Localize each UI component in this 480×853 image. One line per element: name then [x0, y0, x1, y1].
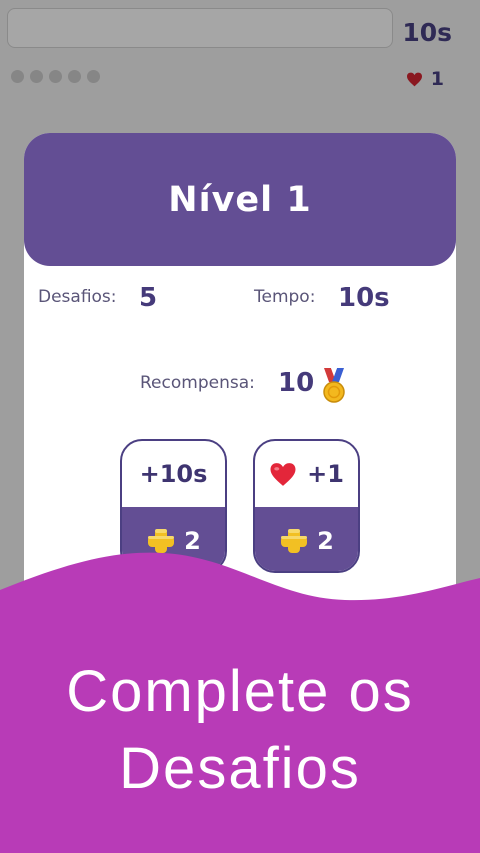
banner-line-1: Complete os: [66, 659, 414, 724]
progress-dot: [30, 70, 43, 83]
heart-icon: [270, 462, 296, 486]
powerup-extra-life-effect: +1: [255, 441, 358, 507]
level-title: Nível 1: [168, 179, 312, 220]
progress-dot: [68, 70, 81, 83]
level-card-header: Nível 1: [24, 133, 456, 266]
reward-label: Recompensa:: [140, 373, 255, 393]
powerup-extra-time-effect: +10s: [122, 441, 225, 507]
time-progress-bar: [7, 8, 393, 48]
powerup-extra-life-label: +1: [307, 460, 344, 488]
time-label: Tempo:: [254, 287, 316, 307]
lives-indicator: 1: [406, 68, 444, 90]
banner-line-2: Desafios: [119, 736, 361, 801]
lives-count: 1: [430, 68, 444, 90]
challenges-label: Desafios:: [38, 287, 117, 307]
progress-dot: [87, 70, 100, 83]
medal-icon: [323, 368, 345, 403]
heart-icon: [406, 72, 422, 86]
progress-dot: [11, 70, 24, 83]
time-value: 10s: [338, 283, 390, 313]
challenge-progress-dots: [11, 70, 100, 83]
reward-value: 10: [278, 368, 315, 398]
progress-dot: [49, 70, 62, 83]
challenges-value: 5: [139, 283, 158, 313]
timer-text: 10s: [402, 18, 452, 47]
powerup-extra-time-label: +10s: [139, 460, 208, 488]
